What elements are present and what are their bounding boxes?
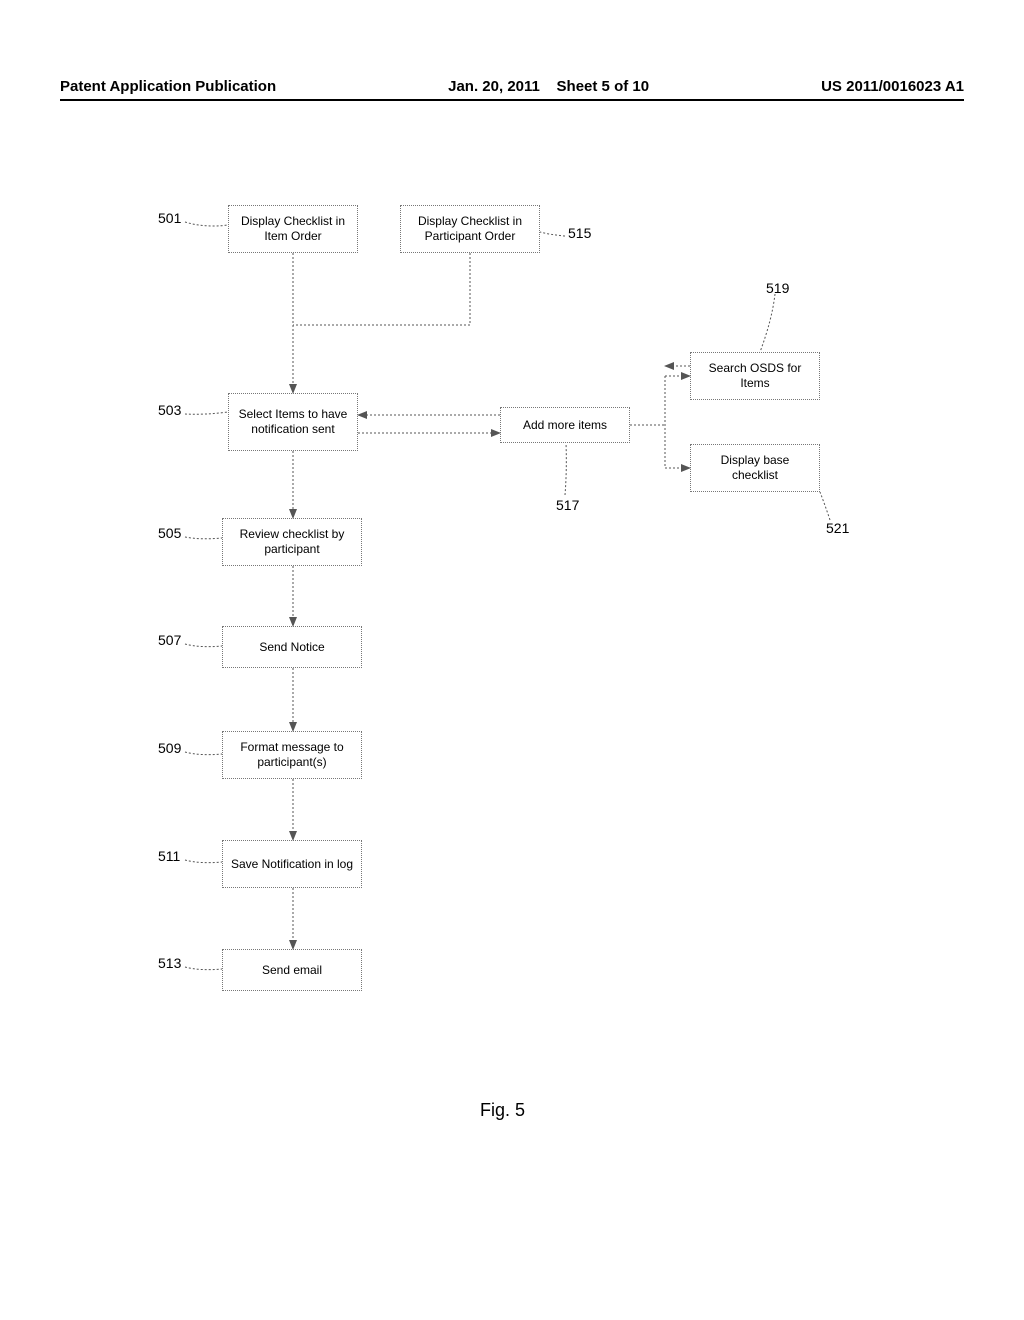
box-add-more-items: Add more items bbox=[500, 407, 630, 443]
box-select-items-notification: Select Items to have notification sent bbox=[228, 393, 358, 451]
label-511: 511 bbox=[158, 848, 180, 864]
box-display-checklist-participant-order: Display Checklist in Participant Order bbox=[400, 205, 540, 253]
label-501: 501 bbox=[158, 210, 181, 226]
connector-lines bbox=[0, 0, 1024, 1320]
label-505: 505 bbox=[158, 525, 181, 541]
box-search-osds: Search OSDS for Items bbox=[690, 352, 820, 400]
box-display-checklist-item-order: Display Checklist in Item Order bbox=[228, 205, 358, 253]
box-format-message: Format message to participant(s) bbox=[222, 731, 362, 779]
label-517: 517 bbox=[556, 497, 579, 513]
box-send-notice: Send Notice bbox=[222, 626, 362, 668]
label-513: 513 bbox=[158, 955, 181, 971]
box-display-base-checklist: Display base checklist bbox=[690, 444, 820, 492]
box-send-email: Send email bbox=[222, 949, 362, 991]
diagram-canvas: Display Checklist in Item Order Display … bbox=[0, 0, 1024, 1320]
label-509: 509 bbox=[158, 740, 181, 756]
label-503: 503 bbox=[158, 402, 181, 418]
label-519: 519 bbox=[766, 280, 789, 296]
label-521: 521 bbox=[826, 520, 849, 536]
box-review-checklist: Review checklist by participant bbox=[222, 518, 362, 566]
label-507: 507 bbox=[158, 632, 181, 648]
figure-caption: Fig. 5 bbox=[480, 1100, 525, 1121]
box-save-notification-log: Save Notification in log bbox=[222, 840, 362, 888]
label-515: 515 bbox=[568, 225, 591, 241]
